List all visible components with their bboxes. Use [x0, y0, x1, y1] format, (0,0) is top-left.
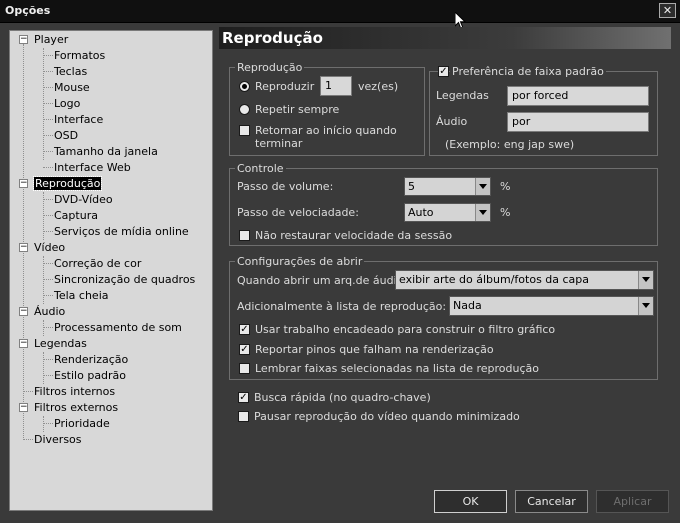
playback-group-title: Reprodução	[235, 61, 305, 74]
speed-step-select[interactable]: Auto	[404, 203, 491, 222]
tree-item-reproducao[interactable]: Reprodução	[32, 176, 103, 192]
tree-item-tamanho-janela[interactable]: Tamanho da janela	[54, 144, 158, 160]
tree-item-filtros-externos[interactable]: Filtros externos	[34, 400, 118, 416]
audio-open-value: exibir arte do álbum/fotos da capa	[399, 273, 590, 286]
speed-step-value: Auto	[408, 206, 434, 219]
playlist-label: Adicionalmente à lista de reprodução:	[237, 300, 447, 313]
no-restore-speed-checkbox[interactable]	[239, 230, 250, 241]
audio-open-select[interactable]: exibir arte do álbum/fotos da capa	[395, 270, 654, 290]
tree-item-teclas[interactable]: Teclas	[54, 64, 87, 80]
track-preference-group: ✓ Preferência de faixa padrão Legendas p…	[429, 65, 658, 156]
tree-item-mouse[interactable]: Mouse	[54, 80, 90, 96]
playlist-select[interactable]: Nada	[449, 296, 654, 316]
volume-step-value: 5	[408, 180, 415, 193]
play-count-input[interactable]: 1	[320, 76, 352, 96]
audio-open-label: Quando abrir um arq.de áudio,	[237, 274, 407, 287]
check-mark-icon: ✓	[240, 324, 249, 335]
control-group: Controle Passo de volume: 5 % Passo de v…	[229, 162, 658, 246]
subtitles-language-input[interactable]: por forced	[507, 86, 649, 106]
ok-button[interactable]: OK	[434, 490, 507, 513]
tree-item-estilo-padrao[interactable]: Estilo padrão	[54, 368, 126, 384]
title-bar: Opções ✕	[0, 0, 680, 23]
pause-minimized-label: Pausar reprodução do vídeo quando minimi…	[254, 410, 520, 423]
tree-item-osd[interactable]: OSD	[54, 128, 78, 144]
tree-item-servicos-midia[interactable]: Serviços de mídia online	[54, 224, 189, 240]
expand-player-icon[interactable]: −	[19, 35, 28, 44]
threaded-graph-checkbox[interactable]: ✓	[239, 324, 250, 335]
tree-item-prioridade[interactable]: Prioridade	[54, 416, 110, 432]
options-tree[interactable]: − − − − − − Player Formatos Teclas Mouse…	[9, 30, 213, 511]
tree-item-formatos[interactable]: Formatos	[54, 48, 105, 64]
close-button[interactable]: ✕	[659, 3, 676, 18]
speed-unit: %	[500, 206, 511, 219]
playlist-value: Nada	[453, 299, 482, 312]
tree-item-reproducao-label: Reprodução	[32, 176, 103, 191]
expand-video-icon[interactable]: −	[19, 243, 28, 252]
play-n-times-radio[interactable]	[239, 81, 250, 92]
cancel-button[interactable]: Cancelar	[515, 490, 588, 513]
chevron-down-icon	[475, 204, 490, 221]
expand-legendas-icon[interactable]: −	[19, 339, 28, 348]
expand-filtros-externos-icon[interactable]: −	[19, 403, 28, 412]
playback-group: Reprodução Reproduzir 1 vez(es) Repetir …	[229, 61, 425, 156]
repeat-forever-radio[interactable]	[239, 104, 250, 115]
example-text: (Exemplo: eng jap swe)	[445, 138, 575, 151]
tree-item-interface-web[interactable]: Interface Web	[54, 160, 131, 176]
fast-seek-checkbox[interactable]: ✓	[238, 392, 249, 403]
expand-reproducao-icon[interactable]: −	[19, 179, 28, 188]
chevron-down-icon	[475, 178, 490, 195]
rewind-checkbox[interactable]	[239, 125, 250, 136]
chevron-down-icon	[638, 297, 653, 315]
tree-item-tela-cheia[interactable]: Tela cheia	[54, 288, 109, 304]
speed-step-label: Passo de velociadade:	[237, 206, 359, 219]
threaded-graph-label: Usar trabalho encadeado para construir o…	[255, 323, 556, 336]
rewind-label: Retornar ao início quando terminar	[255, 124, 397, 150]
no-restore-speed-label: Não restaurar velocidade da sessão	[255, 229, 453, 242]
times-label: vez(es)	[358, 80, 399, 93]
tree-item-correcao-cor[interactable]: Correção de cor	[54, 256, 141, 272]
remember-tracks-checkbox[interactable]	[239, 363, 250, 374]
volume-unit: %	[500, 180, 511, 193]
audio-label: Áudio	[436, 115, 468, 128]
volume-step-label: Passo de volume:	[237, 180, 334, 193]
tree-item-video[interactable]: Vídeo	[34, 240, 65, 256]
tree-item-processamento-som[interactable]: Processamento de som	[54, 320, 182, 336]
tree-item-renderizacao[interactable]: Renderização	[54, 352, 128, 368]
tree-item-interface[interactable]: Interface	[54, 112, 103, 128]
control-group-title: Controle	[235, 162, 286, 175]
open-settings-group: Configurações de abrir Quando abrir um a…	[229, 255, 658, 380]
tree-item-logo[interactable]: Logo	[54, 96, 80, 112]
audio-language-input[interactable]: por	[507, 112, 649, 132]
fast-seek-label: Busca rápida (no quadro-chave)	[254, 391, 431, 404]
repeat-label: Repetir sempre	[255, 103, 340, 116]
report-pins-label: Reportar pinos que falham na renderizaçã…	[255, 343, 494, 356]
check-mark-icon: ✓	[240, 344, 249, 355]
volume-step-select[interactable]: 5	[404, 177, 491, 196]
window-title: Opções	[5, 4, 51, 17]
check-mark-icon: ✓	[239, 392, 248, 403]
apply-button[interactable]: Aplicar	[596, 490, 669, 513]
tree-item-diversos[interactable]: Diversos	[34, 432, 82, 448]
tree-item-dvd-video[interactable]: DVD-Vídeo	[54, 192, 113, 208]
page-title: Reprodução	[219, 27, 671, 49]
track-preference-title: Preferência de faixa padrão	[450, 65, 606, 78]
remember-tracks-label: Lembrar faixas selecionadas na lista de …	[255, 362, 540, 375]
open-settings-title: Configurações de abrir	[235, 255, 365, 268]
tree-item-sincronizacao[interactable]: Sincronização de quadros	[54, 272, 195, 288]
pause-minimized-checkbox[interactable]	[238, 411, 249, 422]
play-label: Reproduzir	[255, 80, 315, 93]
subtitles-label: Legendas	[436, 89, 489, 102]
expand-audio-icon[interactable]: −	[19, 307, 28, 316]
tree-item-audio[interactable]: Áudio	[34, 304, 65, 320]
tree-item-captura[interactable]: Captura	[54, 208, 98, 224]
tree-item-player[interactable]: Player	[34, 32, 68, 48]
report-pins-checkbox[interactable]: ✓	[239, 344, 250, 355]
track-preference-checkbox[interactable]: ✓	[438, 66, 449, 77]
close-icon: ✕	[662, 4, 673, 17]
tree-item-filtros-internos[interactable]: Filtros internos	[34, 384, 115, 400]
chevron-down-icon	[638, 271, 653, 289]
check-mark-icon: ✓	[439, 66, 448, 77]
tree-item-legendas[interactable]: Legendas	[34, 336, 87, 352]
